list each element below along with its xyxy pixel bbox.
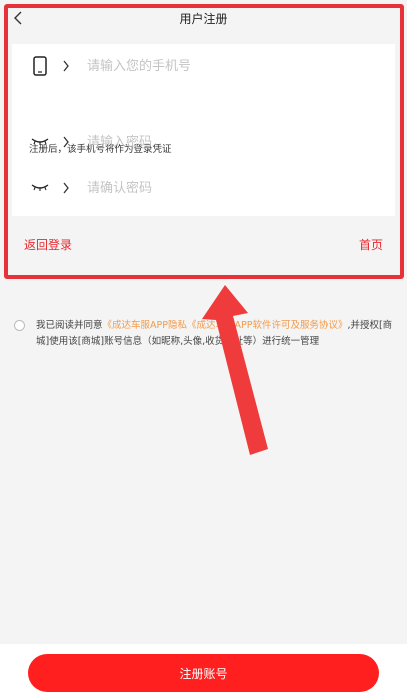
phone-icon bbox=[28, 56, 52, 76]
nav-bar: 用户注册 bbox=[0, 0, 407, 36]
page-title: 用户注册 bbox=[179, 12, 228, 26]
privacy-policy-link[interactable]: 《成达车服APP隐私 bbox=[103, 320, 187, 331]
eye-closed-icon bbox=[28, 178, 52, 198]
agreement-checkbox[interactable] bbox=[14, 320, 25, 331]
password-input[interactable] bbox=[87, 131, 377, 153]
eye-closed-icon bbox=[28, 132, 52, 152]
chevron-right-icon bbox=[60, 180, 72, 196]
back-to-login-link[interactable]: 返回登录 bbox=[24, 236, 72, 253]
form-links: 返回登录 首页 bbox=[0, 230, 407, 254]
red-arrow-annotation bbox=[202, 285, 268, 455]
home-link[interactable]: 首页 bbox=[359, 236, 383, 253]
confirm-password-row bbox=[12, 168, 395, 208]
register-form-card: 注册后，该手机号将作为登录凭证 bbox=[12, 44, 395, 216]
agreement-prefix: 我已阅读并同意 bbox=[36, 320, 103, 331]
register-button[interactable]: 注册账号 bbox=[28, 654, 379, 692]
phone-row bbox=[12, 46, 395, 86]
phone-input[interactable] bbox=[87, 55, 377, 77]
chevron-right-icon bbox=[60, 134, 72, 150]
chevron-right-icon bbox=[60, 58, 72, 74]
footer-bar: 注册账号 bbox=[0, 644, 407, 700]
confirm-password-input[interactable] bbox=[87, 177, 377, 199]
password-row bbox=[12, 122, 395, 162]
